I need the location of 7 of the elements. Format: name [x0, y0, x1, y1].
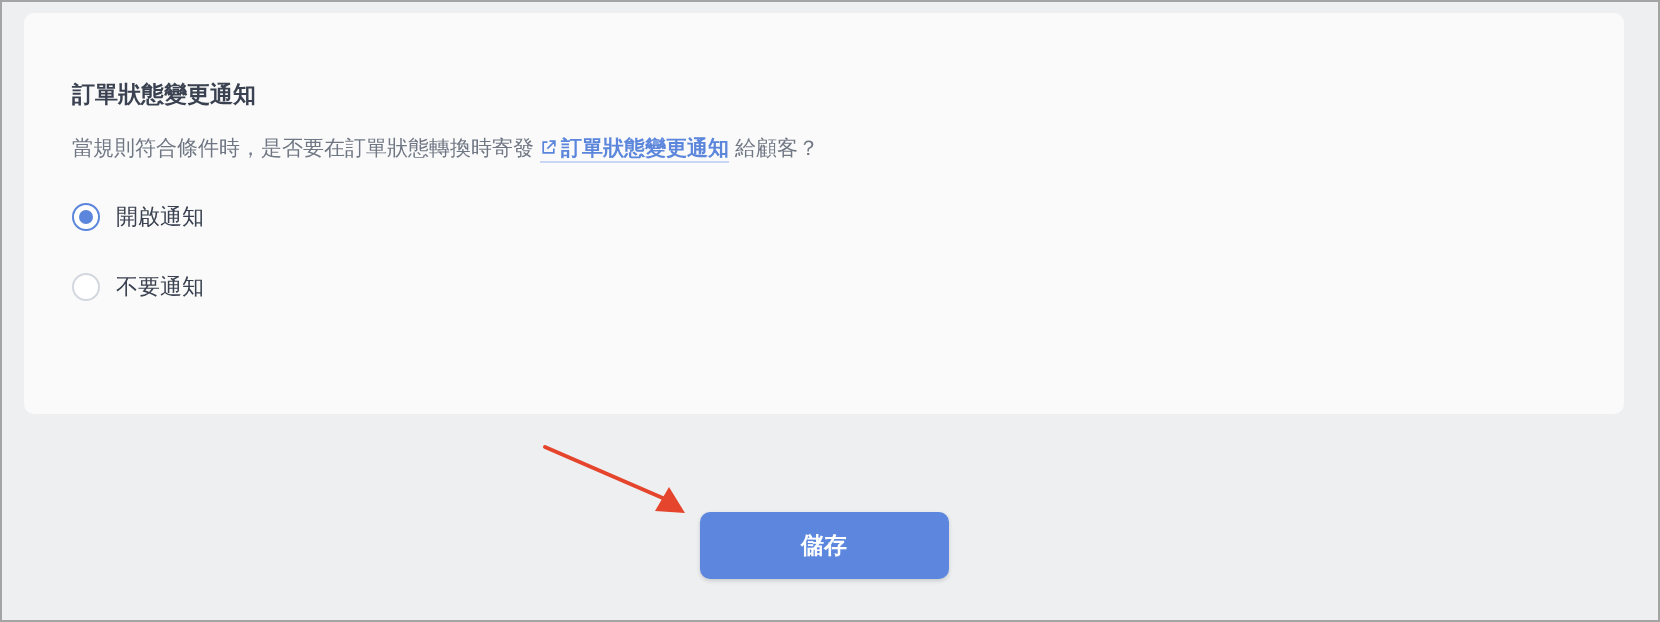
description-text: 當規則符合條件時，是否要在訂單狀態轉換時寄發 訂單狀態變更通知 給顧客？ [72, 132, 1576, 162]
save-button[interactable]: 儲存 [699, 512, 949, 579]
radio-option[interactable]: 不要通知 [72, 272, 1576, 302]
section-title: 訂單狀態變更通知 [72, 81, 257, 109]
radio-option[interactable]: 開啟通知 [72, 202, 1576, 232]
radio-button[interactable] [72, 203, 100, 231]
external-link-icon [540, 138, 557, 156]
